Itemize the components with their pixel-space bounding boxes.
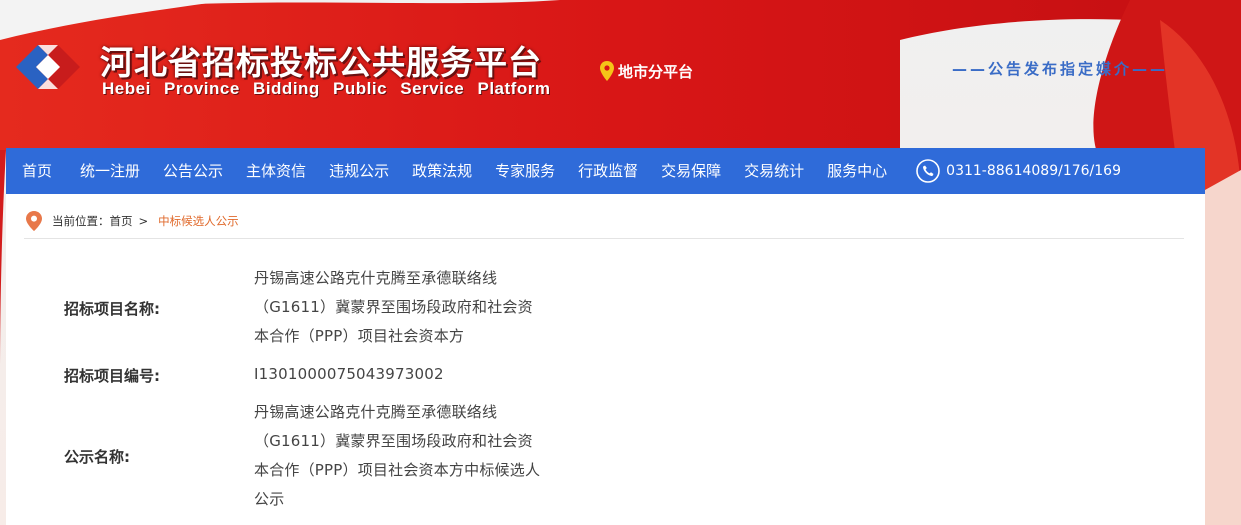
breadcrumb: 当前位置： 首页 > 中标候选人公示 — [26, 210, 239, 232]
nav-item-statistics[interactable]: 交易统计 — [732, 148, 815, 194]
site-subtitle: Hebei Province Bidding Public Service Pl… — [102, 79, 551, 98]
breadcrumb-home[interactable]: 首页 — [110, 213, 133, 229]
project-name-value: 丹锡高速公路克什克腾至承德联络线（G1611）冀蒙界至围场段政府和社会资本合作（… — [254, 269, 533, 345]
phone-icon — [916, 159, 940, 183]
project-code-value: I1301000075043973002 — [254, 365, 444, 383]
map-pin-icon — [600, 61, 614, 81]
hotline: 0311-88614089/176/169 — [916, 159, 1121, 183]
city-platform-label: 地市分平台 — [618, 62, 694, 81]
nav-item-policies[interactable]: 政策法规 — [400, 148, 483, 194]
nav-item-violations[interactable]: 违规公示 — [317, 148, 400, 194]
nav-item-announcements[interactable]: 公告公示 — [151, 148, 234, 194]
nav-item-supervision[interactable]: 行政监督 — [566, 148, 649, 194]
nav-item-service-center[interactable]: 服务中心 — [815, 148, 898, 194]
breadcrumb-prefix: 当前位置： — [52, 214, 110, 228]
hotline-number: 0311-88614089/176/169 — [946, 163, 1121, 179]
main-nav: 首页 统一注册 公告公示 主体资信 违规公示 政策法规 专家服务 行政监督 交易… — [6, 148, 1205, 194]
nav-item-guarantee[interactable]: 交易保障 — [649, 148, 732, 194]
nav-item-experts[interactable]: 专家服务 — [483, 148, 566, 194]
site-header: 河北省招标投标公共服务平台 Hebei Province Bidding Pub… — [0, 0, 1241, 148]
content-panel: 当前位置： 首页 > 中标候选人公示 招标项目名称: 丹锡高速公路克什克腾至承德… — [6, 194, 1205, 525]
site-title: 河北省招标投标公共服务平台 — [100, 43, 542, 82]
media-note: ——公告发布指定媒介—— — [952, 60, 1169, 78]
platform-logo-icon — [16, 45, 80, 89]
project-code-label: 招标项目编号: — [64, 367, 160, 385]
nav-item-credit[interactable]: 主体资信 — [234, 148, 317, 194]
notice-name-value: 丹锡高速公路克什克腾至承德联络线（G1611）冀蒙界至围场段政府和社会资本合作（… — [254, 403, 541, 508]
breadcrumb-separator: > — [138, 214, 149, 228]
location-icon — [26, 211, 42, 231]
breadcrumb-current[interactable]: 中标候选人公示 — [158, 213, 239, 229]
project-name-label: 招标项目名称: — [64, 300, 160, 318]
nav-item-home[interactable]: 首页 — [6, 148, 68, 194]
city-platform-link[interactable]: 地市分平台 — [600, 60, 693, 82]
breadcrumb-divider — [24, 238, 1184, 239]
nav-item-register[interactable]: 统一注册 — [68, 148, 151, 194]
notice-name-label: 公示名称: — [64, 448, 130, 466]
